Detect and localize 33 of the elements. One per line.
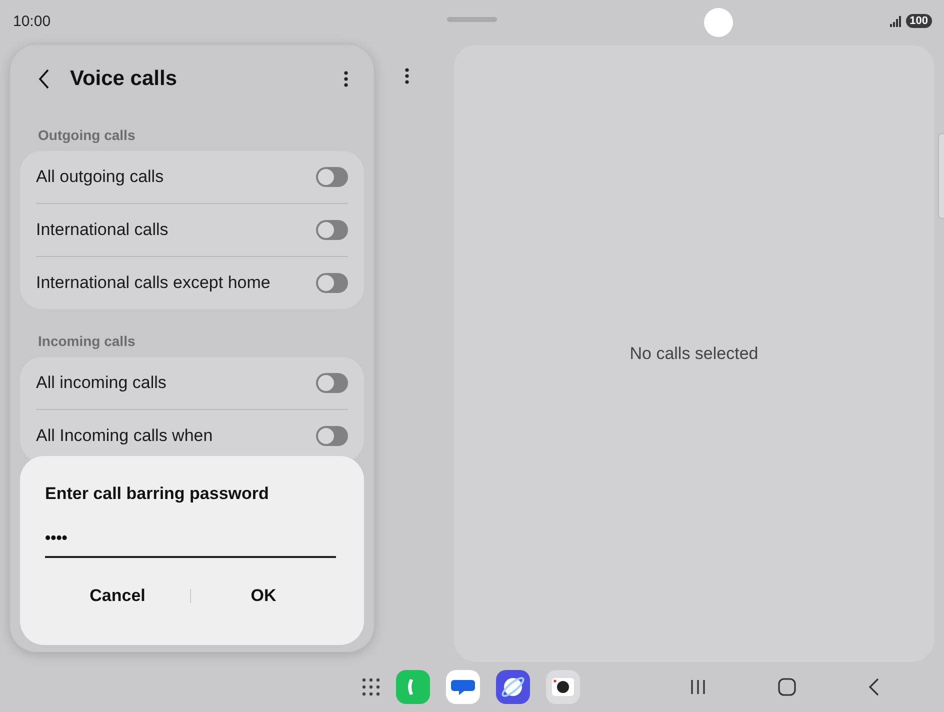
setting-label: All incoming calls: [36, 373, 168, 393]
ok-button[interactable]: OK: [191, 578, 336, 614]
back-icon[interactable]: [868, 678, 879, 696]
battery-indicator: 100: [906, 14, 932, 28]
camera-cutout: [704, 8, 733, 37]
setting-label: International calls except home: [36, 273, 272, 293]
drag-handle[interactable]: [447, 17, 497, 22]
more-options-icon[interactable]: [344, 71, 348, 87]
toggle-switch[interactable]: [316, 273, 348, 293]
camera-app-icon[interactable]: [546, 670, 580, 704]
cancel-button[interactable]: Cancel: [45, 578, 190, 614]
section-header: Incoming calls: [37, 332, 136, 351]
toggle-switch[interactable]: [316, 373, 348, 393]
password-field[interactable]: ••••: [45, 528, 336, 558]
setting-label: All outgoing calls: [36, 167, 165, 187]
empty-message: No calls selected: [630, 344, 758, 364]
toggle-switch[interactable]: [316, 220, 348, 240]
setting-label: All Incoming calls when: [36, 426, 214, 446]
browser-app-icon[interactable]: [496, 670, 530, 704]
section-header: Outgoing calls: [37, 126, 136, 145]
status-time: 10:00: [13, 12, 51, 30]
toggle-switch[interactable]: [316, 167, 348, 187]
home-icon[interactable]: [778, 678, 796, 696]
more-options-icon[interactable]: [405, 68, 409, 84]
signal-icon: [890, 16, 902, 26]
app-drawer-icon[interactable]: [362, 678, 380, 696]
setting-label: International calls: [36, 220, 170, 240]
recents-icon[interactable]: [690, 679, 706, 695]
panel-title: Voice calls: [70, 67, 178, 91]
messages-app-icon[interactable]: [446, 670, 480, 704]
dialog-title: Enter call barring password: [45, 484, 270, 504]
back-icon[interactable]: [38, 69, 50, 89]
toggle-switch[interactable]: [316, 426, 348, 446]
